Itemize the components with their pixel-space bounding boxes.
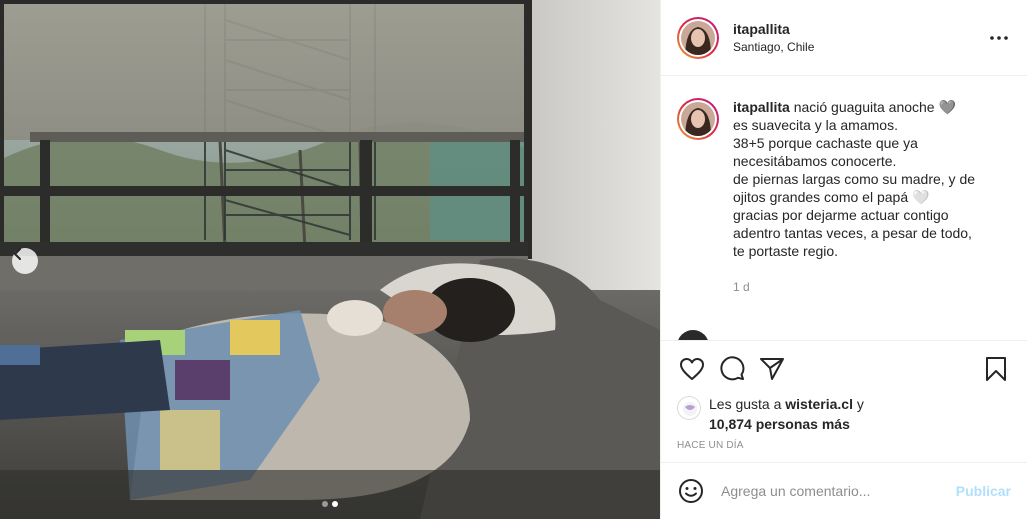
caption-text: itapallita nació guaguita anoche 🩶 es su…: [733, 98, 975, 296]
photo-scene: [0, 0, 660, 519]
caption-line: de piernas largas como su madre, y de: [733, 171, 976, 187]
post-side-panel: itapallita Santiago, Chile itapallita na…: [660, 0, 1027, 519]
comment-button[interactable]: [717, 354, 747, 384]
avatar-photo: [681, 20, 715, 55]
comments-section: itapallita nació guaguita anoche 🩶 es su…: [661, 76, 1027, 340]
more-options-icon: [990, 35, 1008, 40]
caption-line: adentro tantas veces, a pesar de todo,: [733, 225, 972, 241]
comment-input[interactable]: [721, 483, 956, 499]
likes-conjunction: y: [852, 396, 864, 412]
save-button[interactable]: [981, 354, 1011, 384]
caption-line: es suavecita y la amamos.: [733, 117, 898, 133]
add-comment-bar: Publicar: [661, 462, 1027, 519]
post-photo[interactable]: [0, 0, 660, 519]
likes-prefix: Les gusta a: [709, 396, 786, 412]
emoji-button[interactable]: [677, 477, 705, 505]
carousel-indicator: [322, 501, 338, 507]
post-caption: itapallita nació guaguita anoche 🩶 es su…: [677, 98, 1011, 296]
caption-line: necesitábamos conocerte.: [733, 153, 897, 169]
caption-username[interactable]: itapallita: [733, 99, 790, 115]
chevron-left-icon: [14, 248, 21, 260]
caption-line: nació guaguita anoche 🩶: [793, 99, 956, 115]
bookmark-icon: [986, 356, 1006, 381]
commenter-avatar[interactable]: [677, 330, 709, 340]
comment-item: [677, 330, 909, 340]
like-button[interactable]: [677, 354, 707, 384]
post-author-username[interactable]: itapallita: [733, 21, 987, 37]
liker-logo: [683, 402, 697, 416]
liker-avatar[interactable]: [677, 396, 701, 420]
post-location[interactable]: Santiago, Chile: [733, 40, 987, 54]
avatar[interactable]: [677, 16, 719, 59]
avatar-photo: [681, 102, 715, 136]
caption-line: ojitos grandes como el papá 🤍: [733, 189, 930, 205]
heart-icon: [680, 357, 704, 380]
paper-plane-icon: [760, 357, 784, 380]
carousel-prev-button[interactable]: [12, 248, 38, 274]
share-button[interactable]: [757, 354, 787, 384]
more-options-button[interactable]: [987, 26, 1011, 50]
likes-summary: Les gusta a wisteria.cl y 10,874 persona…: [661, 394, 1027, 434]
carousel-dot: [322, 501, 328, 507]
likes-count[interactable]: 10,874 personas más: [709, 416, 850, 432]
liker-username[interactable]: wisteria.cl: [785, 396, 853, 412]
emoji-icon: [679, 479, 703, 503]
caption-line: 38+5 porque cachaste que ya: [733, 135, 918, 151]
caption-line: gracias por dejarme actuar contigo: [733, 207, 949, 223]
caption-avatar[interactable]: [677, 98, 719, 140]
instagram-post: itapallita Santiago, Chile itapallita na…: [0, 0, 1027, 519]
comment-icon: [720, 355, 745, 380]
publish-button[interactable]: Publicar: [956, 483, 1011, 499]
caption-timestamp: 1 d: [733, 280, 750, 294]
carousel-dot-active: [332, 501, 338, 507]
caption-line: te portaste regio.: [733, 243, 839, 259]
post-timestamp[interactable]: HACE UN DÍA: [661, 440, 1027, 451]
post-actions: [661, 340, 1027, 396]
post-header: itapallita Santiago, Chile: [661, 0, 1027, 76]
